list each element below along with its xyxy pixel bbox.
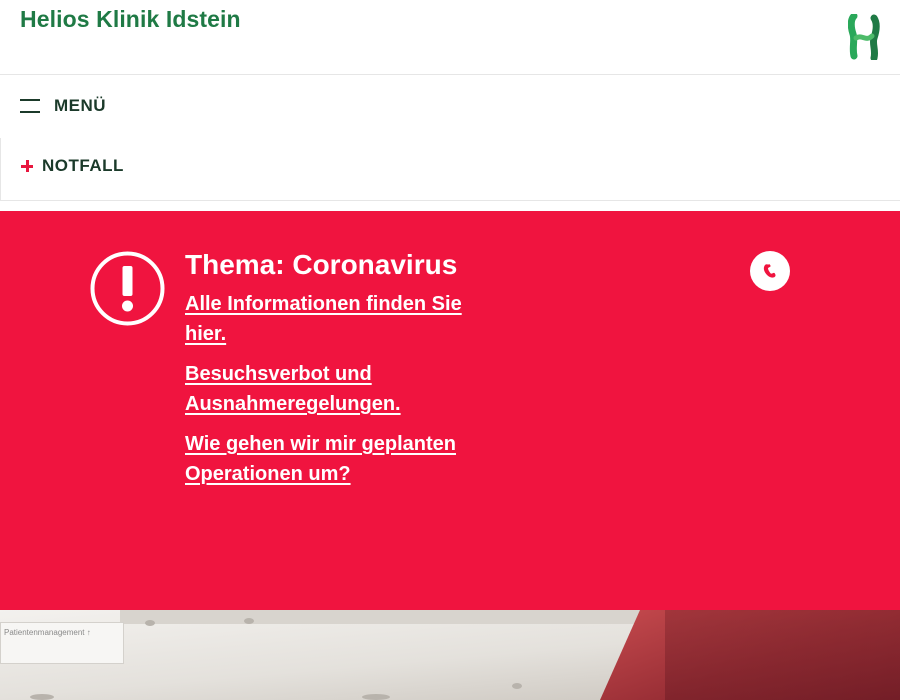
notfall-button[interactable]: NOTFALL	[21, 156, 124, 176]
hero-image: Patientenmanagement ↑	[0, 610, 900, 700]
ceiling-light	[244, 618, 254, 624]
ceiling-light	[30, 694, 54, 700]
ceiling-light	[145, 620, 155, 626]
coronavirus-alert-banner: Thema: Coronavirus Alle Informationen fi…	[0, 211, 900, 610]
hamburger-icon	[20, 99, 40, 113]
alert-links: Alle Informationen finden Sie hier. Besu…	[185, 289, 505, 499]
menu-button[interactable]: MENÜ	[20, 92, 106, 120]
hero-sign: Patientenmanagement ↑	[0, 622, 124, 664]
alert-link-all-info[interactable]: Alle Informationen finden Sie hier.	[185, 289, 505, 349]
page: Helios Klinik Idstein MENÜ NOTFALL Thema…	[0, 0, 900, 700]
site-title-link[interactable]: Helios Klinik Idstein	[20, 6, 241, 33]
phone-button[interactable]	[750, 251, 790, 291]
alert-link-visiting-ban[interactable]: Besuchsverbot und Ausnahmeregelungen.	[185, 359, 505, 419]
site-header: Helios Klinik Idstein	[0, 0, 900, 75]
phone-icon	[763, 264, 776, 278]
menu-bar: MENÜ	[0, 76, 900, 138]
exclamation-icon	[90, 251, 165, 326]
notfall-bar: NOTFALL	[0, 138, 900, 201]
hero-red-wall-shadow	[665, 610, 900, 700]
menu-label: MENÜ	[54, 96, 107, 115]
plus-icon	[21, 160, 33, 172]
helios-logo-icon[interactable]	[848, 14, 880, 60]
ceiling-light	[362, 694, 390, 700]
notfall-label: NOTFALL	[42, 156, 124, 175]
hero-ceiling-strip	[120, 610, 640, 624]
alert-title: Thema: Coronavirus	[185, 249, 458, 280]
alert-link-planned-operations[interactable]: Wie gehen wir mir geplanten Operationen …	[185, 429, 505, 489]
ceiling-light	[512, 683, 522, 689]
